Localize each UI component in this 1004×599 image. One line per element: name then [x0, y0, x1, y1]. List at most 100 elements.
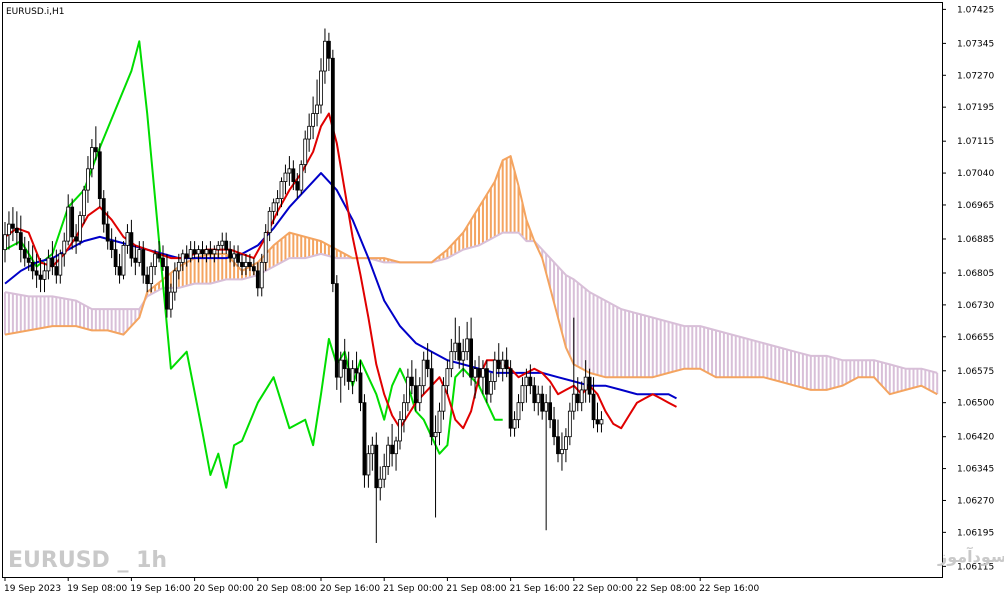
candle-body	[129, 232, 134, 259]
candle-body	[255, 270, 260, 289]
candle-body	[168, 291, 173, 310]
candle-body	[275, 198, 280, 204]
price-tick-label: 1.06805	[957, 269, 994, 279]
candle-body	[153, 253, 158, 268]
candle-body	[58, 253, 63, 276]
price-tick-label: 1.07345	[957, 39, 994, 49]
candle-body	[382, 466, 387, 480]
candle	[508, 360, 513, 437]
candle-body	[271, 202, 276, 212]
candle-body	[236, 253, 240, 263]
candle-body	[50, 257, 55, 268]
candle-body	[330, 57, 335, 285]
candle-body	[342, 359, 347, 370]
candle-body	[564, 436, 568, 450]
watermark-left: EURUSD _ 1h	[8, 548, 167, 573]
time-tick-label: 22 Sep 08:00	[636, 584, 696, 594]
candle-body	[433, 432, 438, 438]
time-tick-label: 21 Sep 08:00	[446, 584, 506, 594]
candle-body	[180, 253, 185, 263]
candle-body	[492, 359, 497, 382]
candle-body	[516, 402, 521, 421]
candle-body	[212, 249, 217, 255]
candle-body	[82, 189, 86, 216]
price-chart[interactable]: 1.07425 1.07345 1.07270 1.07195 1.07115 1.070…	[0, 0, 1004, 599]
price-tick-label: 1.06420	[957, 433, 994, 443]
candle	[97, 143, 102, 208]
candle-body	[425, 359, 430, 370]
candle-body	[599, 419, 604, 425]
candle-body	[299, 164, 304, 191]
candle-body	[113, 249, 118, 268]
candle-body	[263, 232, 268, 263]
candle-body	[496, 359, 501, 370]
candle-body	[133, 257, 138, 263]
candle-body	[548, 402, 552, 421]
candle-body	[315, 104, 319, 114]
candle-body	[402, 402, 406, 421]
candle-body	[421, 359, 426, 387]
candle-body	[323, 40, 327, 72]
price-tick-label: 1.06965	[957, 201, 994, 211]
candle-body	[165, 266, 169, 310]
candle-body	[508, 368, 513, 429]
candle-body	[86, 168, 90, 191]
candle-body	[484, 368, 489, 395]
candle-body	[552, 419, 556, 438]
price-tick-label: 1.07195	[957, 103, 994, 113]
candle-body	[374, 444, 379, 489]
candle-body	[208, 249, 213, 255]
candle-body	[398, 419, 402, 442]
candle-body	[228, 249, 233, 259]
candle-body	[7, 223, 11, 236]
time-tick-label: 19 Sep 2023	[4, 584, 61, 594]
time-tick-label: 21 Sep 16:00	[510, 584, 570, 594]
price-tick-label: 1.06195	[957, 528, 994, 538]
candle-body	[34, 270, 39, 276]
candle-body	[334, 283, 339, 378]
candle-body	[413, 385, 418, 404]
candle-body	[512, 419, 517, 429]
candle-body	[326, 40, 331, 59]
candle-body	[524, 376, 529, 387]
candle-body	[247, 261, 252, 268]
time-tick-label: 22 Sep 00:00	[573, 584, 633, 594]
candle	[299, 160, 304, 195]
candle-body	[461, 351, 466, 361]
candle-body	[437, 410, 442, 433]
candle-body	[46, 257, 51, 272]
time-tick-label: 20 Sep 16:00	[320, 584, 380, 594]
candle-body	[453, 342, 458, 353]
candle-body	[192, 249, 197, 255]
candle-body	[93, 147, 98, 153]
chart-symbol-label: EURUSD.i,H1	[6, 7, 64, 17]
candle-body	[579, 389, 584, 404]
candle-body	[378, 478, 383, 489]
candle-body	[405, 376, 410, 404]
candle-body	[10, 223, 15, 229]
candle-body	[311, 113, 316, 127]
candle-body	[220, 240, 225, 246]
candle-body	[567, 410, 572, 438]
candle-body	[240, 261, 244, 268]
candle-body	[224, 240, 229, 251]
candle-body	[469, 338, 474, 378]
candle-body	[188, 249, 193, 259]
candle-body	[267, 210, 272, 234]
candle-body	[504, 359, 509, 370]
candle	[121, 241, 126, 280]
price-tick-label: 1.06885	[957, 235, 994, 245]
time-tick-label: 19 Sep 16:00	[130, 584, 190, 594]
candle-body	[449, 351, 454, 370]
price-tick-label: 1.06655	[957, 333, 994, 343]
candle-body	[125, 232, 130, 246]
candle-body	[200, 249, 205, 255]
candle-body	[556, 436, 560, 455]
candle-body	[18, 232, 23, 251]
candle-body	[141, 249, 146, 276]
candle-body	[196, 249, 201, 255]
candle	[78, 211, 82, 246]
time-tick-label: 20 Sep 00:00	[194, 584, 254, 594]
candle-body	[409, 376, 414, 387]
candle-body	[26, 257, 31, 263]
